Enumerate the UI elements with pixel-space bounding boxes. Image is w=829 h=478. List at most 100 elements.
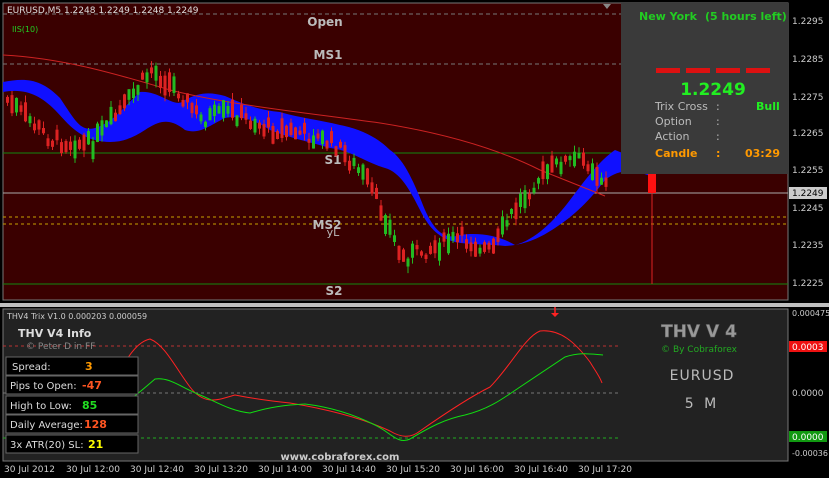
candle-body [217, 106, 221, 114]
candle-body [123, 94, 126, 109]
trix-cross-sep: : [716, 100, 720, 113]
symbol-header: EURUSD,M5 1.2248 1.2249 1.2248 1.2249 [7, 6, 199, 16]
candle-body [19, 105, 23, 112]
time-tick: 30 Jul 14:00 [258, 465, 312, 475]
candle-body [532, 187, 536, 193]
session-time-left: (5 hours left) [705, 10, 787, 23]
indicator-chart[interactable]: THV4 Trix V1.0 0.000203 0.000059 THV V4 … [0, 307, 829, 478]
candle-body [528, 193, 531, 200]
option-sep: : [716, 115, 720, 128]
candle-body [231, 99, 234, 118]
candle-body [447, 233, 450, 254]
time-tick: 30 Jul 16:00 [450, 465, 504, 475]
brand-symbol: EURUSD [670, 368, 735, 384]
indicator-tag: IIS(10) [12, 25, 38, 34]
candle-body [280, 118, 284, 138]
indicator-axis-tick: 0.000475 [792, 309, 829, 318]
stat-label-high-to-low: High to Low: [10, 401, 72, 412]
candle-body [33, 123, 36, 131]
candle-body [172, 76, 176, 93]
current-price-display: 1.2249 [680, 80, 746, 100]
option-label: Option [655, 115, 692, 128]
action-label: Action [655, 130, 689, 143]
price-tick: 1.2265 [792, 129, 824, 139]
brand-credit: © By Cobraforex [661, 345, 737, 355]
candle-body [496, 228, 500, 242]
candle-body [267, 117, 270, 128]
candle-body [357, 167, 360, 173]
candle-body [222, 100, 225, 118]
candle-body [168, 72, 171, 92]
candle-body [469, 242, 473, 252]
candle-body [492, 238, 495, 254]
candle-body [541, 161, 545, 179]
candle-body [438, 242, 441, 261]
candle-body [159, 75, 162, 88]
time-tick: 30 Jul 12:00 [66, 465, 120, 475]
time-tick: 30 Jul 13:20 [194, 465, 248, 475]
candle-body [195, 105, 198, 115]
time-tick: 30 Jul 15:20 [386, 465, 440, 475]
candle-body [519, 193, 522, 207]
candle-sep: : [716, 147, 720, 160]
candle-body [406, 258, 410, 267]
candle-body [91, 141, 95, 160]
candle-body [604, 177, 608, 187]
candle-body [433, 240, 437, 254]
price-chart[interactable]: Open MS1 S1 MS2 yL S2 EURUSD,M5 1.2248 1… [0, 0, 829, 303]
candle-body [420, 251, 423, 256]
candle-body [546, 164, 549, 180]
time-tick: 30 Jul 12:40 [130, 465, 184, 475]
candle-body [235, 115, 239, 127]
signal-dash-1 [656, 68, 680, 73]
indicator-axis-tick: 0.0000 [792, 389, 824, 399]
candle-body [262, 124, 266, 137]
price-tick: 1.2285 [792, 55, 824, 65]
open-level-label: Open [307, 15, 342, 29]
candle-body [276, 131, 279, 139]
candle-body [177, 93, 180, 99]
candle-body [127, 89, 131, 100]
candle-body [37, 120, 41, 130]
candle-body [334, 146, 338, 156]
candle-body [24, 102, 27, 122]
candle-body [10, 95, 14, 114]
candle-body [474, 241, 477, 257]
candle-body [55, 129, 59, 141]
candle-body [163, 75, 167, 96]
candle-body [451, 231, 455, 241]
candle-body [240, 104, 243, 119]
stat-label-pips-to-open: Pips to Open: [10, 381, 77, 392]
candle-body [294, 127, 297, 140]
candle-body [186, 93, 189, 103]
candle-body [411, 243, 414, 258]
candle-body [442, 232, 446, 242]
candle-body [96, 123, 99, 142]
candle-body [6, 96, 9, 103]
candle-body [352, 157, 356, 166]
candle-body [537, 178, 540, 184]
candle-body [226, 105, 230, 114]
candle-body [555, 158, 558, 165]
candle-body [591, 163, 594, 181]
indicator-green-tag-text: 0.0000 [792, 433, 824, 443]
time-tick: 30 Jul 2012 [4, 465, 55, 475]
ms1-level-label: MS1 [314, 48, 343, 62]
s1-level-label: S1 [325, 153, 342, 167]
action-sep: : [716, 130, 720, 143]
candle-body [343, 145, 347, 163]
info-box-credit: © Peter D in FF [26, 342, 95, 352]
session-name: New York [639, 10, 698, 23]
candle-body [64, 141, 68, 153]
candle-body [573, 151, 576, 167]
indicator-axis-tick: -0.00036 [792, 449, 828, 458]
candle-body [460, 226, 464, 236]
candle-body [325, 140, 329, 149]
candle-body [600, 177, 603, 185]
candle-body [298, 130, 302, 135]
price-tick: 1.2225 [792, 279, 824, 289]
candle-body [307, 138, 311, 143]
candle-body [285, 125, 288, 138]
candle-body [132, 88, 135, 99]
watermark-url: www.cobraforex.com [281, 452, 400, 463]
